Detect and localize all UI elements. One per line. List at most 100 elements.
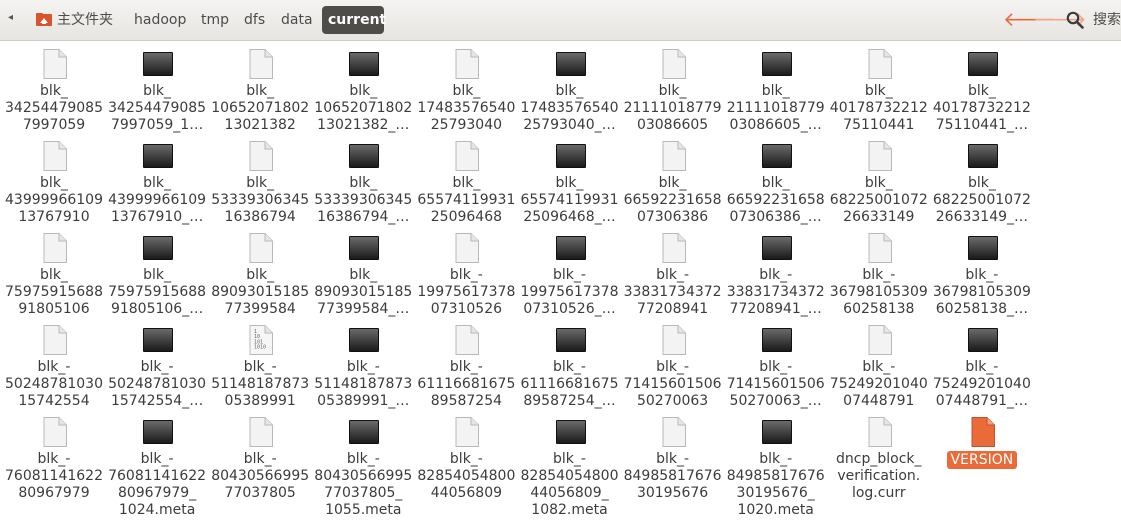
file-name: blk_ 89093015185 77399584_… [314,267,413,317]
binary-file-icon [349,144,380,168]
binary-file-icon [761,52,792,76]
file-icon [662,233,686,263]
file-icon [249,233,274,263]
binary-file-icon [349,420,380,444]
file-icon [43,141,67,171]
file-grid: blk_ 34254479085 7997059 blk_ 34254479085… [0,41,1121,528]
search-icon[interactable] [1066,11,1084,29]
breadcrumb-tmp[interactable]: tmp [195,6,235,34]
file-name: blk_ 34254479085 7997059_1… [108,83,207,133]
file-icon [868,141,892,171]
file-icon [249,417,274,447]
file-name: blk_ 89093015185 77399584 [211,267,310,317]
file-name: blk_ 21111018779 03086605 [623,83,722,133]
file-icon [662,49,686,79]
file-name: blk_ 34254479085 7997059 [5,83,103,133]
file-icon [455,49,480,79]
file-name: blk_ 53339306345 16386794 [211,175,310,225]
file-name: VERSION [932,451,1032,469]
binary-file-icon [143,144,174,168]
file-name: blk_ 10652071802 13021382_… [314,83,413,133]
binary-file-icon [143,420,174,444]
file-name: blk_- 36798105309 60258138 [829,267,928,317]
binary-file-icon [967,328,998,352]
binary-file-icon [349,52,380,76]
file-name: blk_- 80430566995 77037805_ 1055.meta [314,451,413,518]
breadcrumb-hadoop[interactable]: hadoop [128,6,192,34]
file-name: blk_- 61116681675 89587254 [417,359,516,409]
file-name: blk_ 43999966109 13767910_… [108,175,207,225]
file-name: blk_ 66592231658 07306386 [623,175,722,225]
file-name: blk_- 84985817676 30195676 [623,451,722,501]
binary-file-icon [761,236,792,260]
file-icon [868,325,892,355]
binary-file-icon [555,420,586,444]
file-icon [662,417,686,447]
breadcrumb-data[interactable]: data [275,6,319,34]
file-name: blk_- 51148187873 05389991_… [314,359,413,409]
file-icon [455,325,480,355]
file-name: blk_ 75975915688 91805106_… [108,267,207,317]
binary-file-icon [143,52,174,76]
binary-file-icon [143,328,174,352]
search-label[interactable]: 搜索 [1093,6,1121,34]
file-name: blk_ 53339306345 16386794_… [314,175,413,225]
file-name: blk_ 75975915688 91805106 [5,267,103,317]
binary-file-icon [143,236,174,260]
file-name: blk_- 50248781030 15742554_… [108,359,207,409]
scroll-left-icon[interactable]: ◂ [8,12,13,23]
file-name: blk_- 80430566995 77037805 [211,451,310,501]
binary-file-icon [349,236,380,260]
binary-file-icon [967,52,998,76]
file-name: blk_- 36798105309 60258138_… [932,267,1031,317]
file-icon [43,233,67,263]
binary-file-icon [761,328,792,352]
file-icon [43,49,67,79]
binary-file-icon [349,328,380,352]
file-icon [43,417,67,447]
file-icon [455,141,480,171]
file-name: blk_- 71415601506 50270063 [623,359,722,409]
file-icon [868,417,892,447]
file-name: blk_ 21111018779 03086605_… [726,83,825,133]
file-name: blk_- 82854054800 44056809_ 1082.meta [520,451,619,518]
binary-file-icon [555,52,586,76]
file-name: blk_ 40178732212 75110441_… [932,83,1031,133]
file-name: blk_- 61116681675 89587254_… [520,359,619,409]
home-folder-icon [36,13,52,26]
file-name: blk_- 76081141622 80967979_ 1024.meta [108,451,207,518]
file-name: blk_ 17483576540 25793040 [417,83,516,133]
file-icon [249,49,274,79]
breadcrumb-label: 主文件夹 [57,12,113,28]
file-name: blk_ 68225001072 26633149 [829,175,928,225]
file-name: dncp_block_ verification. log.curr [836,451,922,501]
file-icon [868,49,892,79]
file-icon [249,141,274,171]
file-name: blk_- 82854054800 44056809 [417,451,516,501]
file-name: blk_ 66592231658 07306386_… [726,175,825,225]
breadcrumb-home[interactable]: 主文件夹 [30,6,119,34]
file-name: blk_- 75249201040 07448791 [829,359,928,409]
breadcrumb-current[interactable]: current [322,6,386,34]
file-name: blk_ 65574119931 25096468_… [520,175,619,225]
file-name: blk_ 43999966109 13767910 [5,175,103,225]
file-name: blk_ 40178732212 75110441 [829,83,928,133]
file-name: blk_- 33831734372 77208941_… [726,267,825,317]
binary-file-icon [967,144,998,168]
file-icon [868,233,892,263]
file-name: blk_ 17483576540 25793040_… [520,83,619,133]
path-bar: ◂ 主文件夹 hadoop tmp dfs data current 🡐 🡒 搜… [0,0,1121,41]
file-name: blk_- 76081141622 80967979 [5,451,103,501]
file-name: blk_ 65574119931 25096468 [417,175,516,225]
binary-file-icon [555,236,586,260]
file-name: blk_- 71415601506 50270063_… [726,359,825,409]
file-name: blk_ 10652071802 13021382 [211,83,310,133]
file-name: blk_ 68225001072 26633149_… [932,175,1031,225]
svg-text:1010: 1010 [254,345,266,351]
file-icon [662,325,686,355]
file-icon [455,417,480,447]
file-icon [43,325,67,355]
breadcrumb-dfs[interactable]: dfs [238,6,271,34]
binary-file-icon [555,328,586,352]
binary-file-icon [967,236,998,260]
